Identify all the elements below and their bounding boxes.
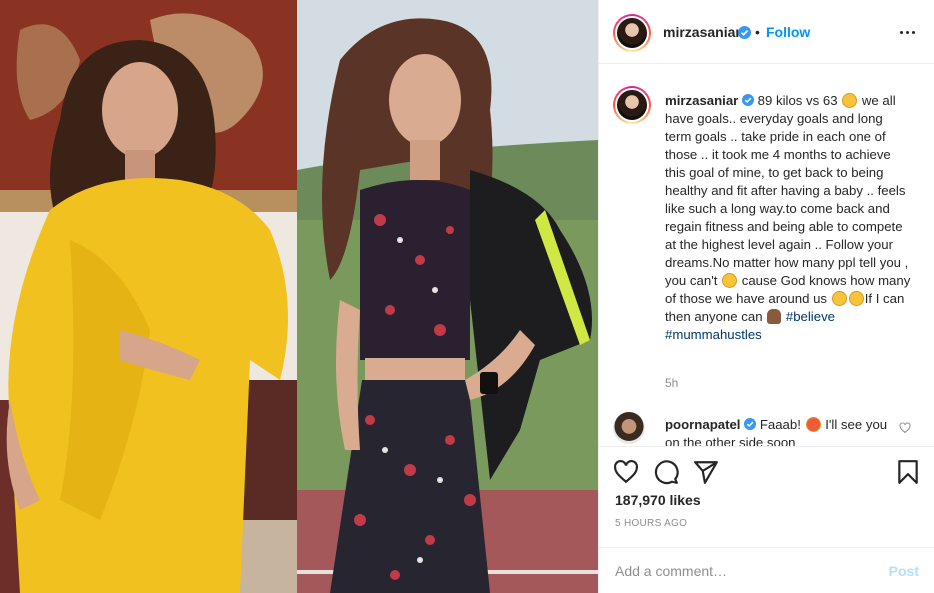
comment-like-heart-icon[interactable]	[899, 422, 911, 434]
caption-author-avatar[interactable]	[613, 86, 651, 124]
bookmark-icon[interactable]	[895, 459, 921, 485]
add-comment-input[interactable]	[615, 562, 875, 580]
upside-down-face-emoji-icon	[842, 93, 858, 108]
post-date[interactable]: 5 HOURS AGO	[615, 518, 687, 529]
post-comment-button[interactable]: Post	[889, 563, 919, 579]
hashtag-mummahustles[interactable]: #mummahustles	[665, 327, 762, 342]
header-separator: •	[755, 24, 760, 40]
caption-username[interactable]: mirzasaniar	[665, 93, 738, 108]
wink-emoji-icon	[722, 273, 738, 288]
caption-text-2: we all have goals.. everyday goals and l…	[665, 93, 909, 288]
comment-item: poornapatel Faaab! I'll see you on the o…	[665, 416, 901, 446]
heart-icon[interactable]	[613, 459, 639, 485]
likes-count[interactable]: 187,970 likes	[615, 492, 701, 508]
share-icon[interactable]	[693, 459, 719, 485]
comments-list[interactable]: mirzasaniar 89 kilos vs 63 we all have g…	[599, 64, 934, 446]
more-options-icon[interactable]	[899, 24, 917, 40]
comment-icon[interactable]	[653, 459, 679, 485]
heart-eyes-emoji-icon	[805, 417, 821, 432]
commenter-username[interactable]: poornapatel	[665, 417, 740, 432]
praying-hands-emoji-icon	[767, 309, 782, 324]
add-comment-bar: Post	[599, 547, 934, 593]
grin-sweat-emoji-icon	[848, 291, 864, 306]
hashtag-believe[interactable]: #believe	[786, 309, 835, 324]
caption-text-1: 89 kilos vs 63	[757, 93, 838, 108]
comment-text: Faaab!	[759, 417, 801, 432]
rolling-eyes-emoji-icon	[831, 291, 847, 306]
author-avatar[interactable]	[613, 14, 651, 52]
post-side-panel: mirzasaniar • Follow mirzasaniar 89 kilo…	[598, 0, 934, 593]
post-actions: 187,970 likes 5 HOURS AGO Post	[599, 446, 934, 593]
caption-timestamp[interactable]: 5h	[665, 376, 678, 390]
post-image[interactable]	[0, 0, 598, 593]
verified-badge-icon	[744, 418, 757, 430]
commenter-avatar[interactable]	[613, 412, 645, 444]
post-caption: mirzasaniar 89 kilos vs 63 we all have g…	[665, 92, 911, 344]
author-username[interactable]: mirzasaniar	[663, 24, 741, 40]
verified-badge-icon	[741, 94, 754, 106]
post-header: mirzasaniar • Follow	[599, 0, 934, 64]
verified-badge-icon	[738, 26, 751, 39]
follow-button[interactable]: Follow	[766, 24, 810, 40]
post-photo-collage	[0, 0, 598, 593]
